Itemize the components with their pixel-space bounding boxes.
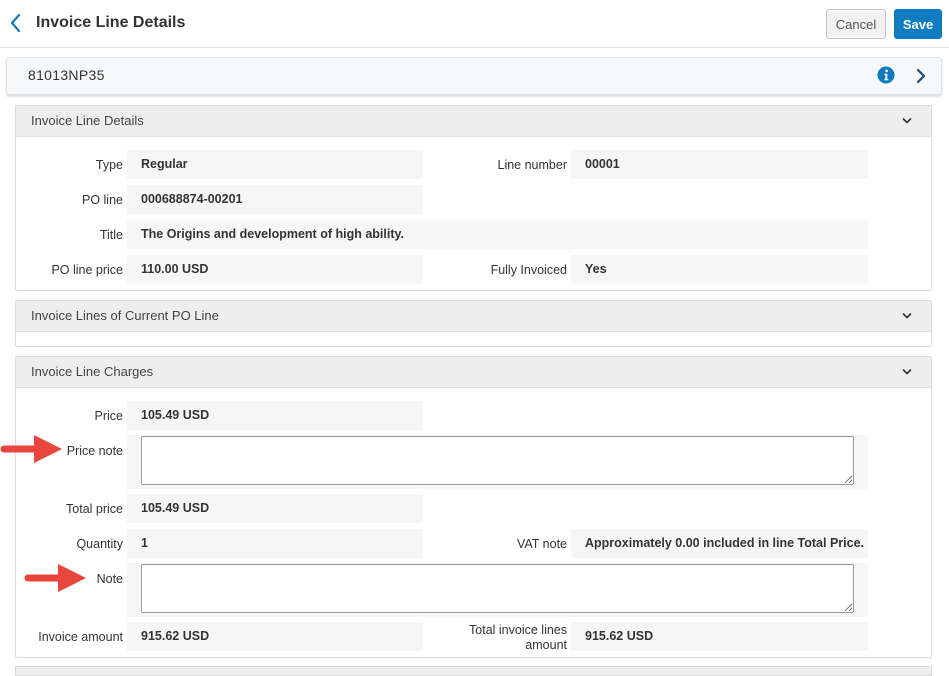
chevron-right-icon[interactable]: [915, 67, 927, 85]
chevron-down-icon[interactable]: [901, 366, 913, 378]
vat-note-value: Approximately 0.00 included in line Tota…: [571, 529, 868, 558]
section-title: Invoice Lines of Current PO Line: [31, 308, 219, 323]
invoice-amount-value: 915.62 USD: [127, 622, 423, 651]
record-id: 81013NP35: [28, 67, 105, 83]
type-value: Regular: [127, 150, 423, 179]
total-invoice-lines-label: Total invoice lines amount: [440, 623, 567, 653]
fully-invoiced-label: Fully Invoiced: [490, 263, 567, 277]
po-line-value: 000688874-00201: [127, 185, 423, 214]
chevron-down-icon[interactable]: [901, 115, 913, 127]
type-label: Type: [95, 158, 123, 172]
cancel-button[interactable]: Cancel: [826, 9, 886, 39]
record-bar: 81013NP35: [6, 57, 942, 95]
total-invoice-lines-label-line1: Total invoice lines: [469, 623, 567, 637]
section-title: Invoice Line Details: [31, 113, 144, 128]
current-po-lines-section: Invoice Lines of Current PO Line: [15, 300, 932, 347]
invoice-line-charges-header[interactable]: Invoice Line Charges: [16, 357, 931, 388]
price-value: 105.49 USD: [127, 401, 423, 430]
top-bar: Invoice Line Details Cancel Save: [0, 0, 949, 48]
invoice-amount-label: Invoice amount: [38, 630, 123, 644]
total-price-label: Total price: [66, 502, 123, 516]
quantity-label: Quantity: [76, 537, 123, 551]
chevron-down-icon[interactable]: [901, 310, 913, 322]
total-invoice-lines-value: 915.62 USD: [571, 622, 868, 651]
price-label: Price: [94, 409, 123, 423]
price-note-input[interactable]: [141, 436, 854, 485]
total-invoice-lines-label-line2: amount: [525, 638, 567, 652]
red-arrow-annotation-icon: [24, 564, 86, 592]
title-value: The Origins and development of high abil…: [127, 220, 868, 249]
note-input[interactable]: [141, 564, 854, 613]
red-arrow-annotation-icon: [0, 435, 62, 463]
po-line-price-label: PO line price: [51, 263, 123, 277]
next-section-header[interactable]: [15, 666, 932, 676]
line-number-label: Line number: [497, 158, 568, 172]
vat-note-label: VAT note: [516, 537, 567, 551]
line-number-value: 00001: [571, 150, 868, 179]
page-title: Invoice Line Details: [36, 14, 186, 31]
po-line-label: PO line: [82, 193, 123, 207]
current-po-lines-header[interactable]: Invoice Lines of Current PO Line: [16, 301, 931, 332]
invoice-line-details-header[interactable]: Invoice Line Details: [16, 106, 931, 137]
save-button[interactable]: Save: [894, 9, 942, 39]
total-price-value: 105.49 USD: [127, 494, 423, 523]
section-title: Invoice Line Charges: [31, 364, 154, 379]
info-icon[interactable]: [877, 66, 895, 84]
fully-invoiced-value: Yes: [571, 255, 868, 284]
po-line-price-value: 110.00 USD: [127, 255, 423, 284]
quantity-value: 1: [127, 529, 423, 558]
title-label: Title: [99, 228, 123, 242]
chevron-left-icon[interactable]: [6, 10, 26, 36]
